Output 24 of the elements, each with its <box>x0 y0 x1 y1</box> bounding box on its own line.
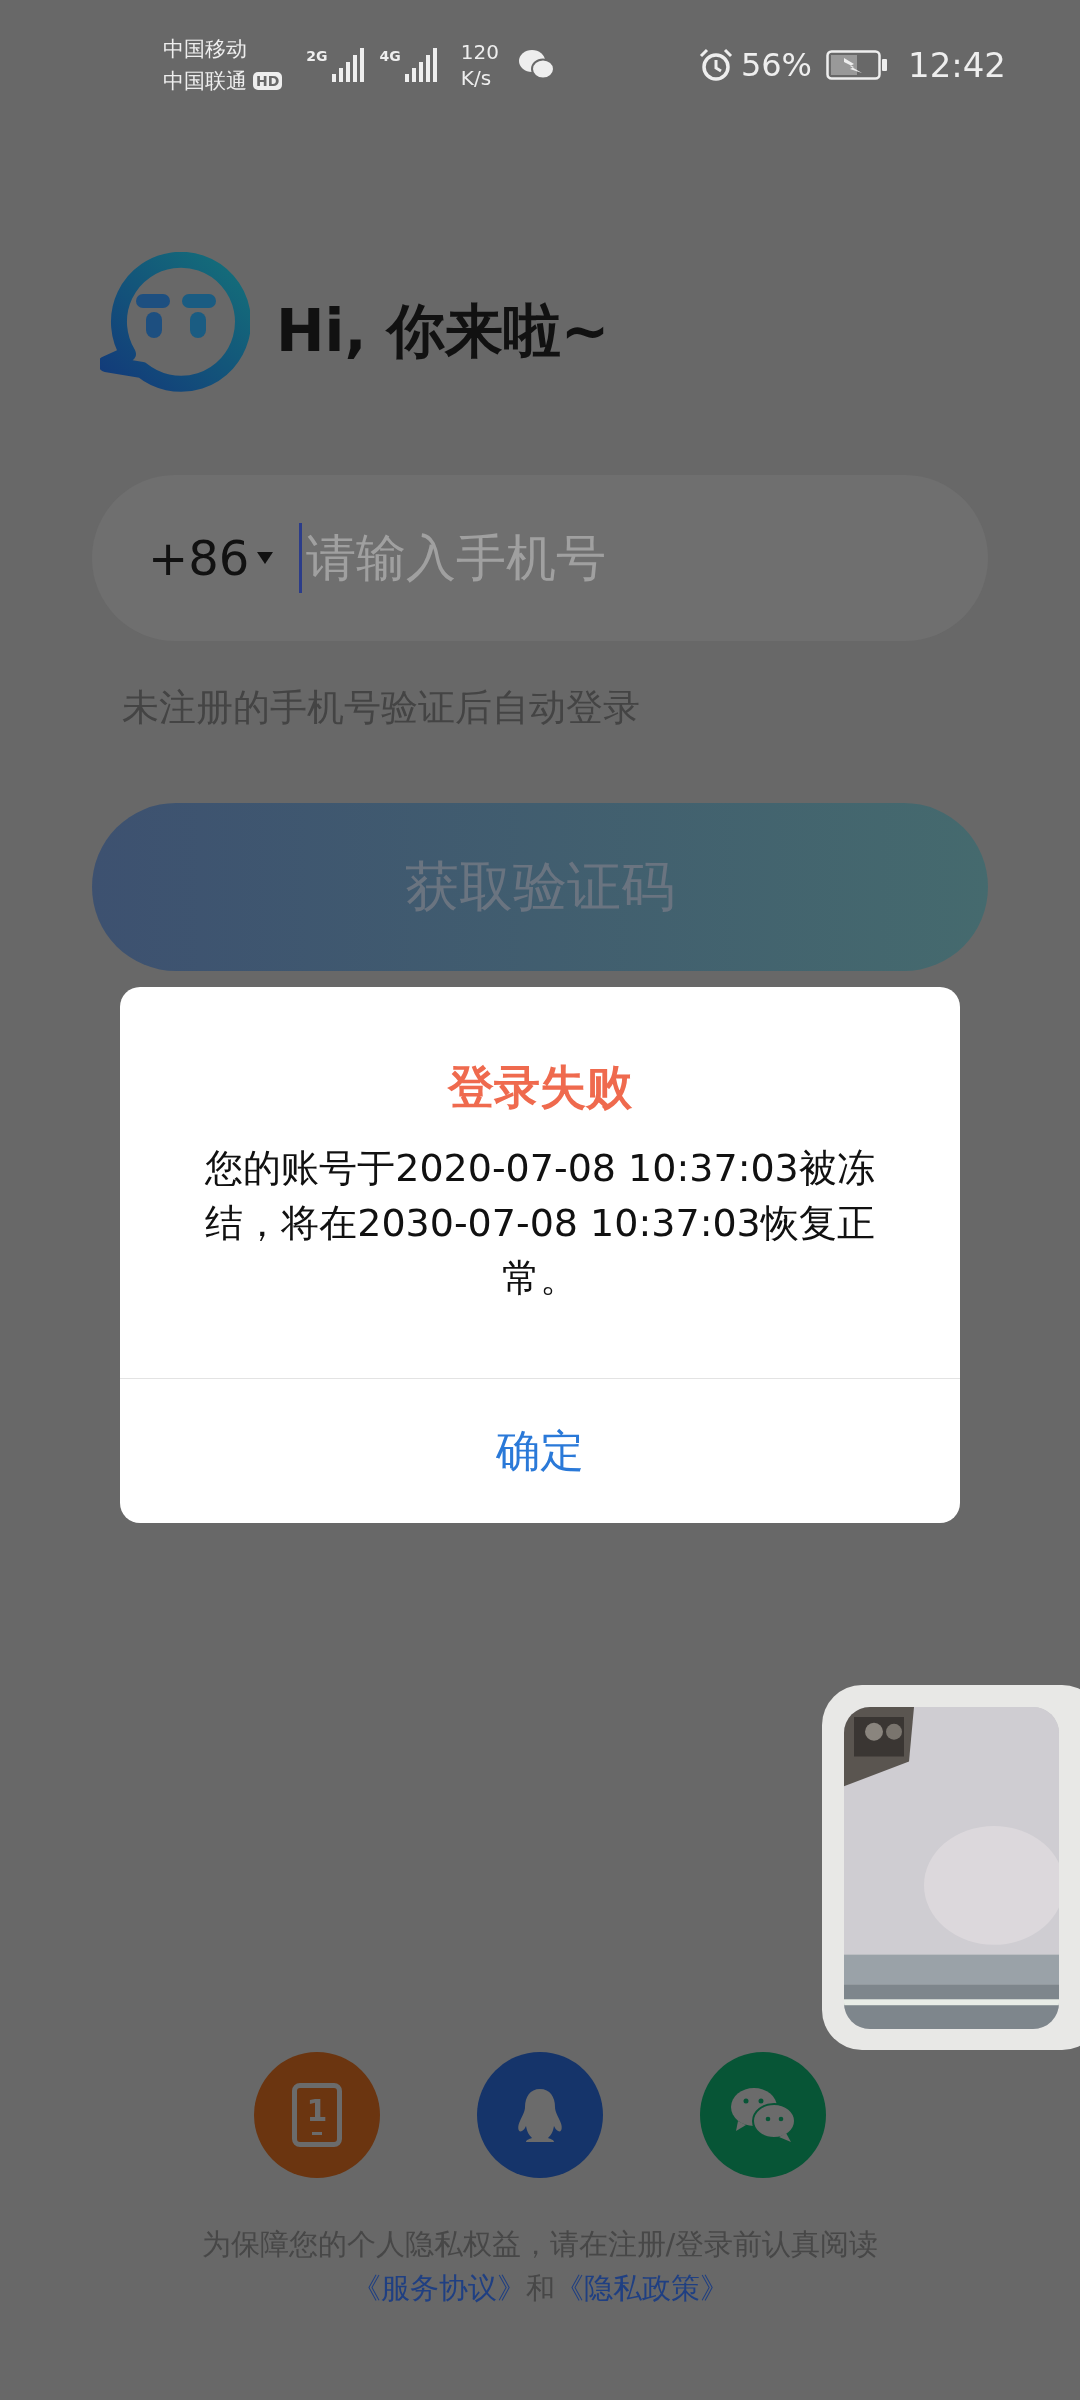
speed-unit: K/s <box>460 65 493 91</box>
video-window[interactable] <box>822 1685 1080 2050</box>
network-type: 4G <box>379 48 401 64</box>
network-speed: 120 <box>460 39 499 65</box>
privacy-policy-link[interactable]: 《隐私政策》 <box>554 2269 729 2309</box>
confirm-button[interactable]: 确定 <box>120 1378 960 1523</box>
chat-bubbles-icon <box>519 49 555 81</box>
signal-icon <box>331 48 366 82</box>
dialog-title: 登录失败 <box>448 1059 632 1116</box>
phone-login-button[interactable]: 1 <box>254 2052 380 2178</box>
carrier-name: 中国移动 <box>163 36 248 63</box>
dropdown-caret-icon <box>257 552 274 564</box>
dialog-message: 您的账号于2020-07-08 10:37:03被冻结，将在2030-07-08 10:37:03恢复正常。 <box>204 1145 876 1302</box>
clock-time: 12:42 <box>908 45 1006 85</box>
network-type: 2G <box>306 48 328 64</box>
country-code-selector[interactable]: +86 <box>148 530 274 586</box>
penguin-icon <box>515 2087 565 2143</box>
carrier-name: 中国联通 <box>163 68 247 95</box>
alarm-icon <box>698 48 733 82</box>
greeting-title: Hi, 你来啦~ <box>276 296 610 367</box>
service-agreement-link[interactable]: 《服务协议》 <box>351 2269 526 2309</box>
battery-percent: 56% <box>740 46 812 84</box>
signal-icon <box>404 48 439 82</box>
hd-badge: HD <box>253 72 283 90</box>
